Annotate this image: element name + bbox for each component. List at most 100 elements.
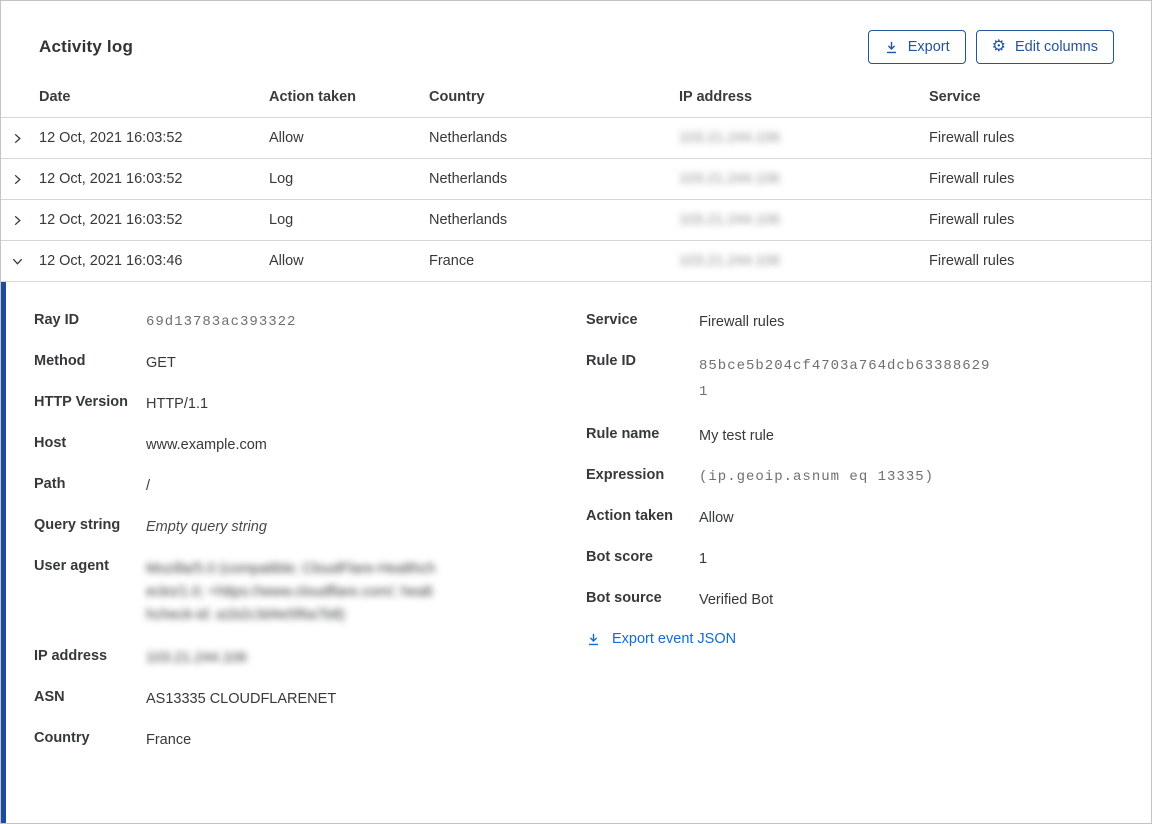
field-value: Allow — [699, 510, 734, 526]
cell-ip: 103.21.244.106 — [679, 212, 929, 228]
cell-date: 12 Oct, 2021 16:03:52 — [39, 171, 183, 187]
field-label: User agent — [34, 558, 109, 574]
field-value: HTTP/1.1 — [146, 396, 209, 412]
column-header-service: Service — [929, 89, 981, 105]
field-value: GET — [146, 355, 176, 371]
field-label: Country — [34, 730, 90, 746]
field-label: IP address — [34, 648, 108, 664]
field-label: Rule name — [586, 426, 660, 442]
detail-field-service: Service Firewall rules — [586, 312, 1151, 332]
detail-field-ray-id: Ray ID 69d13783ac393322 — [34, 312, 586, 332]
gear-icon: ⚙ — [991, 38, 1006, 55]
table-row[interactable]: 12 Oct, 2021 16:03:52 Log Netherlands 10… — [1, 200, 1151, 241]
field-label: Bot score — [586, 549, 653, 565]
export-event-json-label: Export event JSON — [612, 631, 737, 647]
column-header-country: Country — [429, 89, 485, 105]
detail-left-column: Ray ID 69d13783ac393322 Method GET HTTP … — [34, 312, 586, 771]
column-header-date: Date — [39, 89, 71, 105]
detail-field-expression: Expression (ip.geoip.asnum eq 13335) — [586, 467, 1151, 487]
cell-date: 12 Oct, 2021 16:03:52 — [39, 130, 183, 146]
detail-field-asn: ASN AS13335 CLOUDFLARENET — [34, 689, 586, 709]
detail-field-method: Method GET — [34, 353, 586, 373]
detail-field-bot-source: Bot source Verified Bot — [586, 590, 1151, 610]
column-header-ip: IP address — [679, 89, 753, 105]
cell-action: Log — [269, 212, 294, 228]
event-detail-panel: Ray ID 69d13783ac393322 Method GET HTTP … — [1, 282, 1151, 823]
table-row[interactable]: 12 Oct, 2021 16:03:52 Allow Netherlands … — [1, 118, 1151, 159]
redacted-ip: 103.21.244.106 — [679, 253, 780, 269]
field-label: Bot source — [586, 590, 662, 606]
detail-right-column: Service Firewall rules Rule ID 85bce5b20… — [586, 312, 1151, 647]
field-label: Query string — [34, 517, 121, 533]
detail-field-user-agent: User agent Mozilla/5.0 (compatible; Clou… — [34, 558, 586, 627]
redacted-ip: 103.21.244.106 — [679, 171, 780, 187]
download-icon — [586, 632, 601, 647]
chevron-right-icon[interactable] — [1, 173, 39, 186]
detail-field-query-string: Query string Empty query string — [34, 517, 586, 537]
cell-action: Allow — [269, 253, 304, 269]
detail-field-rule-id: Rule ID 85bce5b204cf4703a764dcb633886291 — [586, 353, 1151, 405]
export-event-json-link[interactable]: Export event JSON — [586, 631, 1151, 647]
field-value: Firewall rules — [699, 314, 785, 330]
field-value: 69d13783ac393322 — [146, 314, 297, 330]
redacted-ip: 103.21.244.106 — [679, 212, 780, 228]
activity-log-panel: Activity log Export ⚙ Edit columns Date … — [0, 0, 1152, 824]
cell-service: Firewall rules — [929, 253, 1015, 269]
field-value: Verified Bot — [699, 592, 774, 608]
cell-service: Firewall rules — [929, 171, 1015, 187]
edit-columns-button-label: Edit columns — [1014, 39, 1098, 55]
detail-field-action-taken: Action taken Allow — [586, 508, 1151, 528]
field-value: 1 — [699, 551, 708, 567]
detail-field-host: Host www.example.com — [34, 435, 586, 455]
field-label: Ray ID — [34, 312, 80, 328]
field-value: France — [146, 732, 192, 748]
field-label: Host — [34, 435, 67, 451]
header-bar: Activity log Export ⚙ Edit columns — [1, 1, 1151, 67]
field-value: AS13335 CLOUDFLARENET — [146, 691, 337, 707]
field-label: Expression — [586, 467, 665, 483]
field-value: / — [146, 478, 151, 494]
cell-service: Firewall rules — [929, 212, 1015, 228]
cell-country: France — [429, 253, 475, 269]
field-label: HTTP Version — [34, 394, 129, 410]
cell-action: Allow — [269, 130, 304, 146]
page-title: Activity log — [39, 37, 134, 56]
redacted-ip: 103.21.244.106 — [679, 130, 780, 146]
detail-field-rule-name: Rule name My test rule — [586, 426, 1151, 446]
field-label: ASN — [34, 689, 65, 705]
chevron-down-icon[interactable] — [1, 255, 39, 268]
field-value: Empty query string — [146, 519, 267, 535]
field-label: Action taken — [586, 508, 674, 524]
cell-date: 12 Oct, 2021 16:03:52 — [39, 212, 183, 228]
cell-ip: 103.21.244.106 — [679, 171, 929, 187]
edit-columns-button[interactable]: ⚙ Edit columns — [975, 30, 1114, 64]
export-button[interactable]: Export — [867, 30, 966, 64]
cell-ip: 103.21.244.106 — [679, 253, 929, 269]
detail-field-http-version: HTTP Version HTTP/1.1 — [34, 394, 586, 414]
table-row-expanded[interactable]: 12 Oct, 2021 16:03:46 Allow France 103.2… — [1, 241, 1151, 282]
redacted-ip: 103.21.244.106 — [146, 650, 247, 666]
table-row[interactable]: 12 Oct, 2021 16:03:52 Log Netherlands 10… — [1, 159, 1151, 200]
detail-field-ip-address: IP address 103.21.244.106 — [34, 648, 586, 668]
cell-country: Netherlands — [429, 212, 508, 228]
cell-date: 12 Oct, 2021 16:03:46 — [39, 253, 183, 269]
field-label: Method — [34, 353, 86, 369]
field-value: 85bce5b204cf4703a764dcb633886291 — [699, 358, 991, 400]
cell-country: Netherlands — [429, 171, 508, 187]
export-button-label: Export — [907, 39, 950, 55]
chevron-right-icon[interactable] — [1, 132, 39, 145]
field-label: Service — [586, 312, 638, 328]
detail-field-country: Country France — [34, 730, 586, 750]
field-label: Path — [34, 476, 66, 492]
detail-field-bot-score: Bot score 1 — [586, 549, 1151, 569]
detail-field-path: Path / — [34, 476, 586, 496]
field-value: www.example.com — [146, 437, 267, 453]
cell-action: Log — [269, 171, 294, 187]
table-header-row: Date Action taken Country IP address Ser… — [1, 89, 1151, 118]
cell-service: Firewall rules — [929, 130, 1015, 146]
field-value: (ip.geoip.asnum eq 13335) — [699, 469, 935, 485]
field-label: Rule ID — [586, 353, 636, 369]
cell-ip: 103.21.244.106 — [679, 130, 929, 146]
redacted-user-agent: Mozilla/5.0 (compatible; CloudFlare-Heal… — [146, 561, 436, 623]
chevron-right-icon[interactable] — [1, 214, 39, 227]
